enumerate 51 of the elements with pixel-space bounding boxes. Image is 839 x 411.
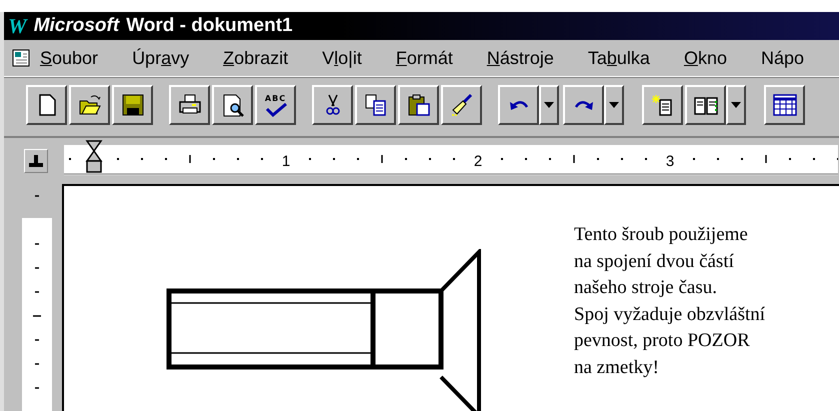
toolbar-button[interactable] [312,85,353,125]
table-icon [772,93,796,117]
ruler-number: 1 [282,153,290,170]
document-icon[interactable] [10,48,32,68]
indent-marker[interactable] [86,140,102,173]
brand-name: Microsoft [34,15,120,37]
caret-icon [609,102,619,108]
tab-stop-selector[interactable] [24,149,48,173]
window-title: Word - dokument1 [126,15,293,37]
sparkle-page-icon [650,93,674,117]
folder-icon [78,93,102,117]
ruler-number: 3 [666,153,674,170]
caret-icon [731,102,741,108]
toolbar-button[interactable] [69,85,110,125]
dropdown-button[interactable] [604,85,624,125]
clipboard-icon [406,93,430,117]
menu-item[interactable]: Nástroje [486,48,554,68]
toolbar-button[interactable] [563,85,604,125]
dropdown-button[interactable] [539,85,559,125]
menu-item[interactable]: Nápo [760,48,804,68]
spelling-button[interactable]: ABC [255,85,296,125]
menu-item[interactable]: Soubor [40,48,98,68]
toolbar-button[interactable] [355,85,396,125]
toolbar-button[interactable] [112,85,153,125]
magnifier-page-icon [220,93,244,117]
dropdown-button[interactable] [726,85,746,125]
menu-item[interactable]: Úpravy [132,48,190,68]
toolbar-button[interactable] [441,85,482,125]
document-paragraph: Tento šroub použijeme na spojení dvou částí našeho stroje času. Spoj vyžaduje obzvláštní pevnost, proto POZOR na zmetky! [574,223,766,380]
toolbar-button[interactable] [212,85,253,125]
toolbar-button[interactable] [398,85,439,125]
ruler-number: 2 [474,153,482,170]
caret-icon [544,102,554,108]
toolbar-button[interactable] [169,85,210,125]
redo-arrow-icon [574,100,594,110]
toolbar-button[interactable] [764,85,805,125]
menu-item[interactable]: Zobrazit [223,48,288,68]
menu-item[interactable]: Formát [396,48,453,68]
toolbar-button[interactable] [642,85,683,125]
undo-arrow-icon [508,100,528,110]
paintbrush-icon [450,93,474,117]
checkmark-icon [264,102,288,116]
copy-icon [364,93,388,117]
toolbar-button[interactable] [498,85,539,125]
app-logo: W [8,14,27,38]
tab-stop-icon [29,155,43,167]
toolbar-button[interactable] [26,85,67,125]
menu-item[interactable]: Tabulka [588,48,650,68]
menu-item[interactable]: Vlo|it [322,48,362,68]
menu-item[interactable]: Okno [684,48,727,68]
toolbar-button[interactable] [685,85,726,125]
